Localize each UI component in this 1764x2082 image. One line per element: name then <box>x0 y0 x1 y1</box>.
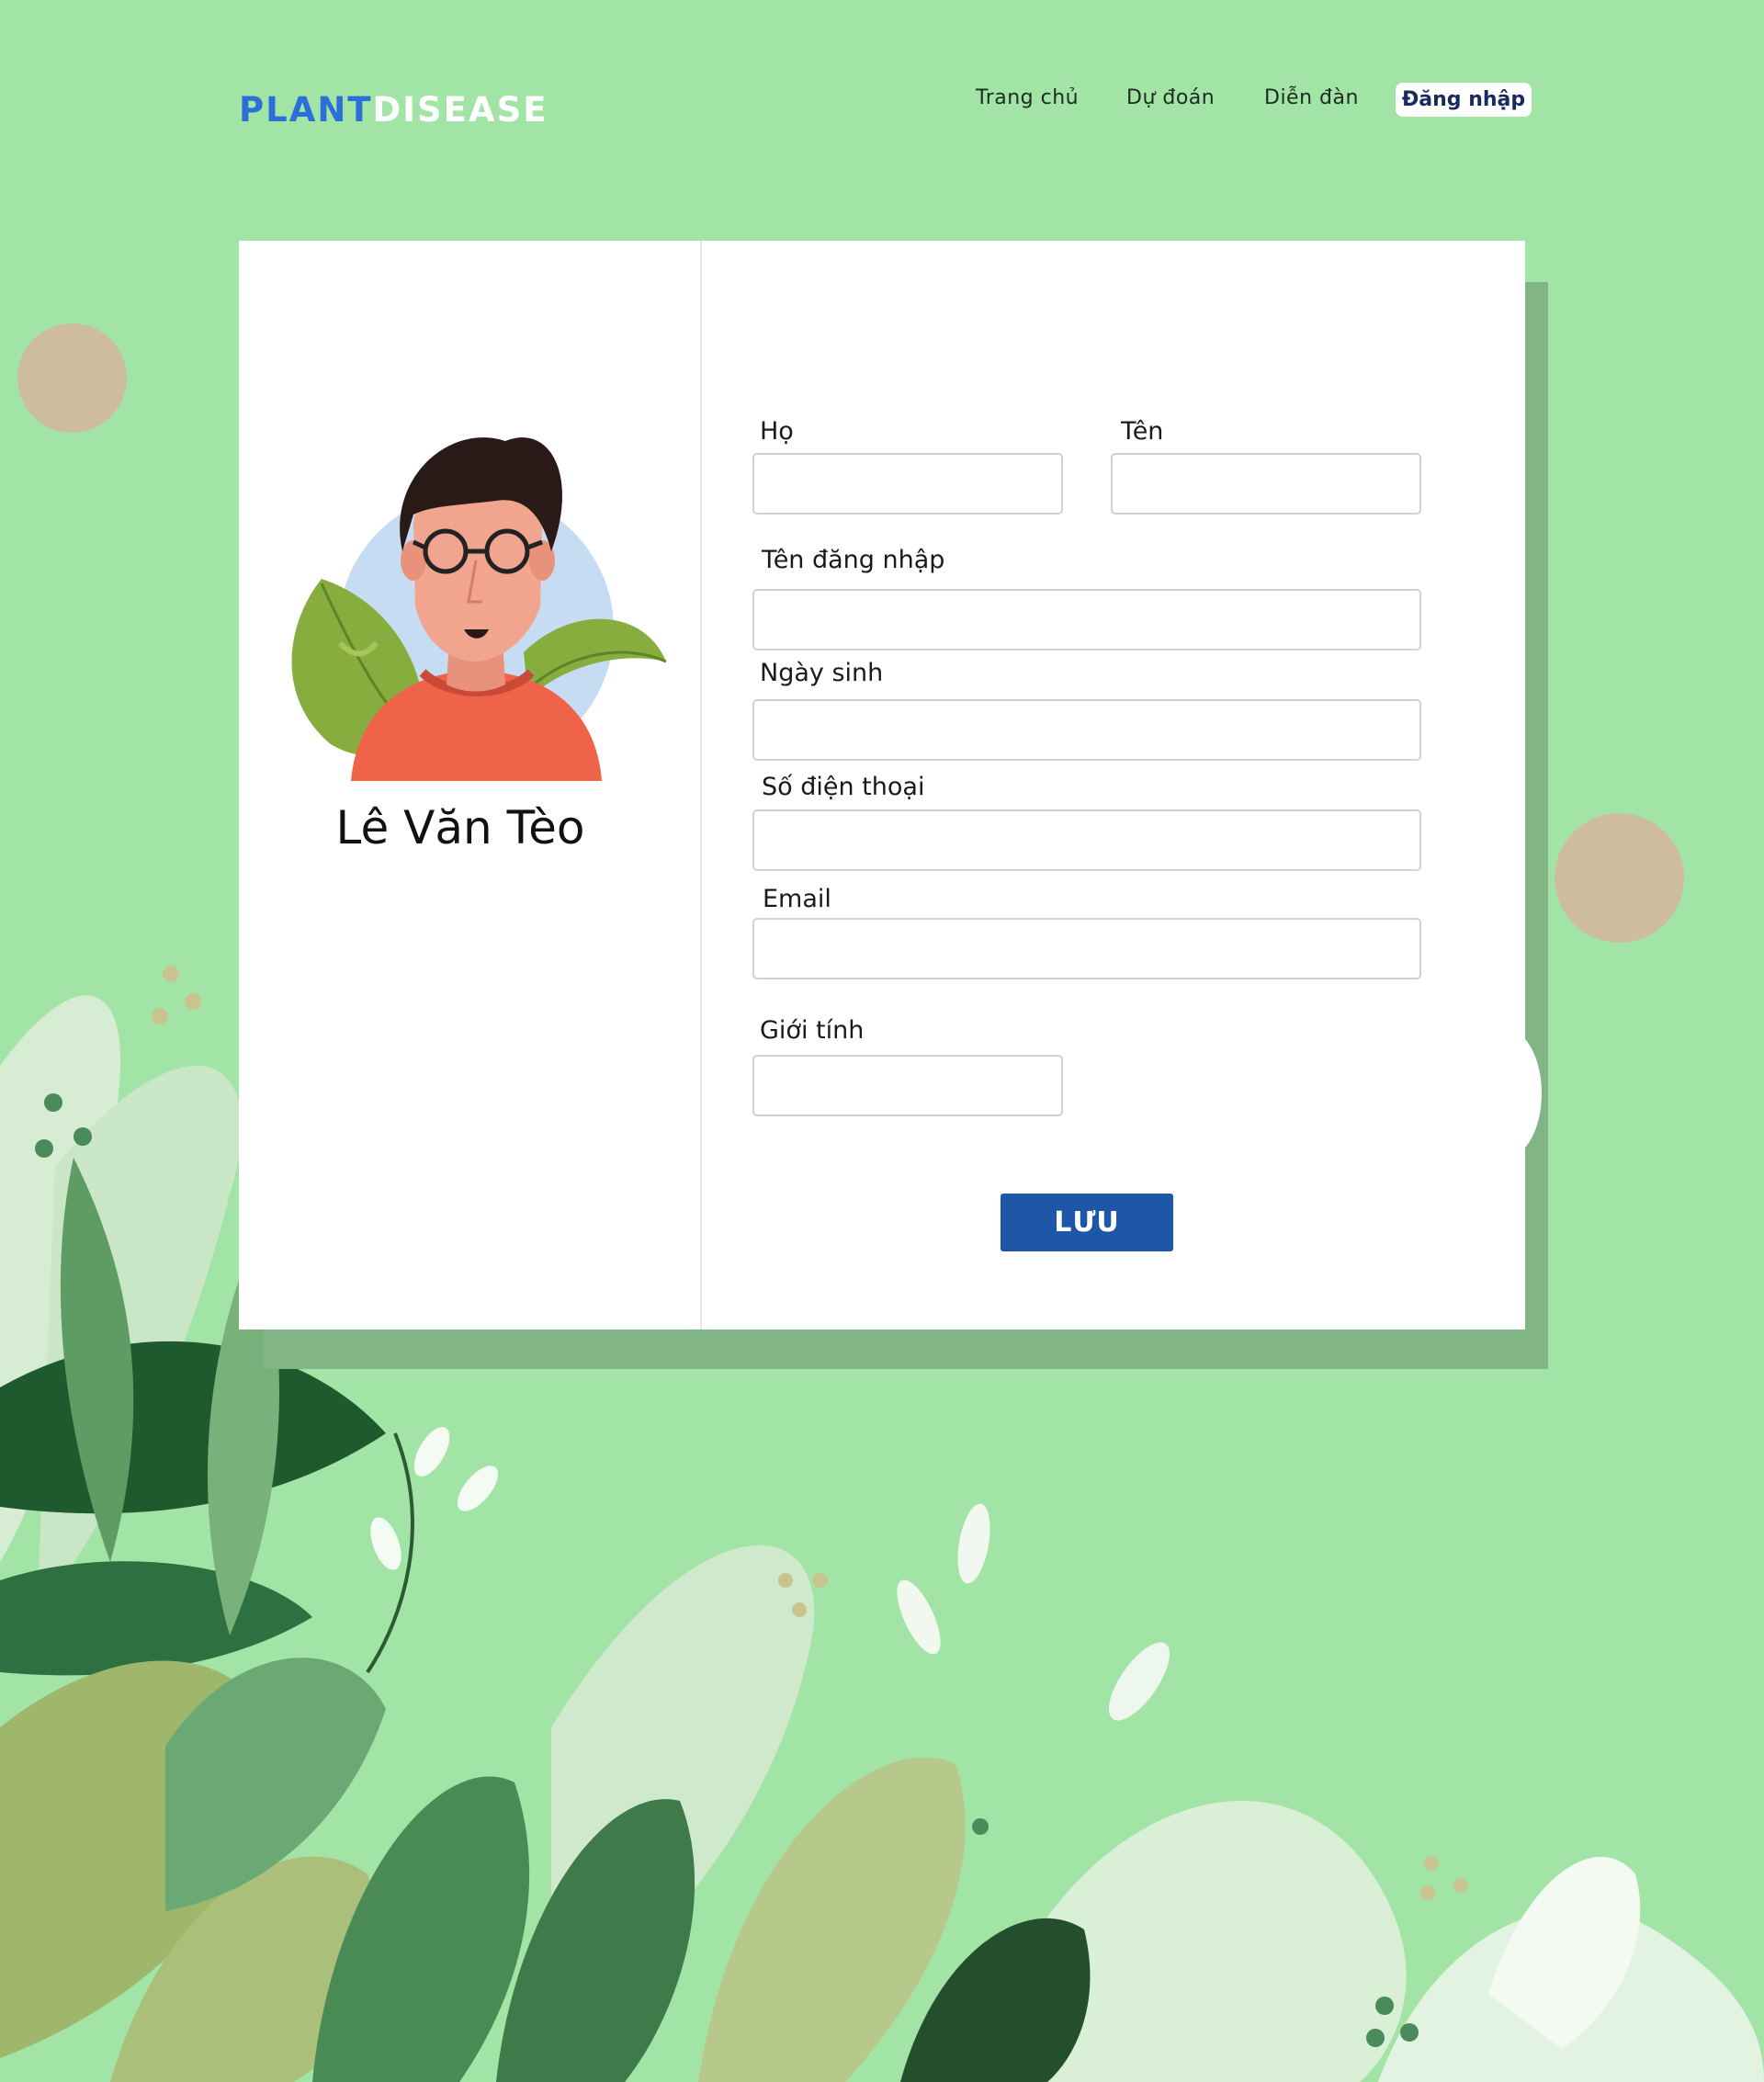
first-name-label: Tên <box>1121 417 1164 446</box>
gender-label: Giới tính <box>760 1016 865 1045</box>
email-label: Email <box>763 885 831 913</box>
decorative-circle <box>1555 813 1684 943</box>
profile-name: Lê Văn Tèo <box>335 801 585 854</box>
birthday-label: Ngày sinh <box>760 659 884 687</box>
nav-dien-dan[interactable]: Diễn đàn <box>1264 86 1359 109</box>
last-name-label: Họ <box>760 417 794 446</box>
logo-part1: PLANT <box>239 90 373 130</box>
phone-label: Số điện thoại <box>762 773 925 801</box>
nav-du-doan[interactable]: Dự đoán <box>1126 86 1215 109</box>
logo[interactable]: PLANTDISEASE <box>239 90 548 130</box>
gender-field[interactable] <box>752 1055 1063 1116</box>
username-label: Tên đăng nhập <box>762 546 945 574</box>
login-button[interactable]: Đăng nhập <box>1396 83 1532 117</box>
phone-field[interactable] <box>752 809 1421 871</box>
first-name-field[interactable] <box>1111 453 1421 515</box>
avatar <box>291 437 667 781</box>
last-name-field[interactable] <box>752 453 1063 515</box>
nav-trang-chu[interactable]: Trang chủ <box>976 86 1079 109</box>
save-button[interactable]: LƯU <box>1001 1194 1173 1251</box>
username-field[interactable] <box>752 589 1421 651</box>
card-divider <box>700 241 702 1330</box>
decorative-circle <box>17 323 127 433</box>
birthday-field[interactable] <box>752 699 1421 761</box>
email-field[interactable] <box>752 918 1421 979</box>
logo-part2: DISEASE <box>372 90 548 130</box>
